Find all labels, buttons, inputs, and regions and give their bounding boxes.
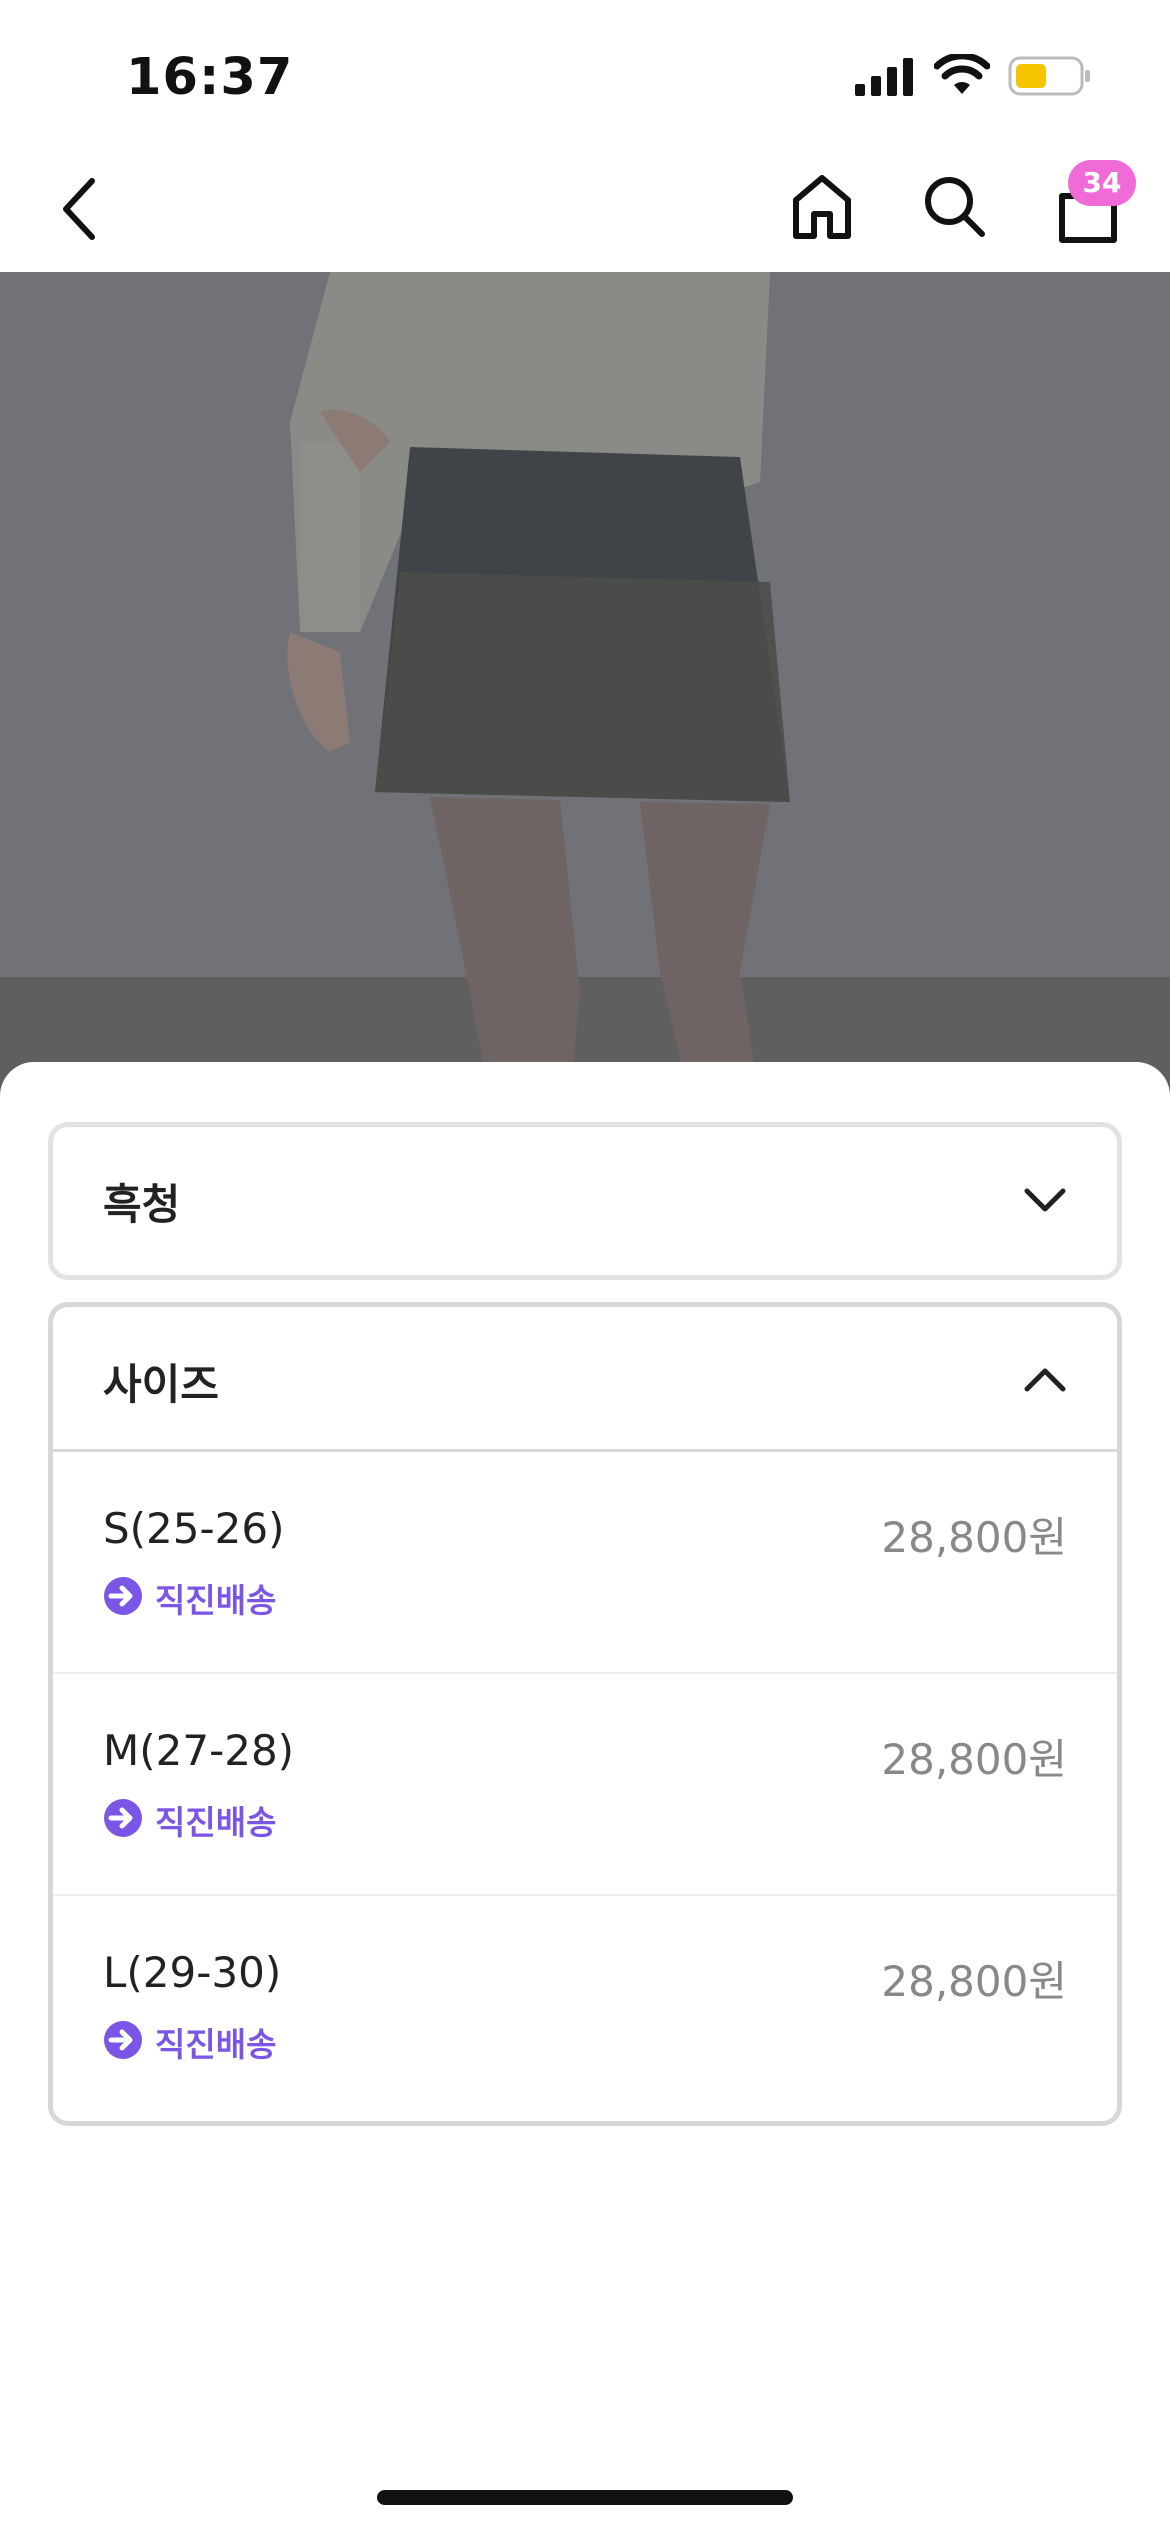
size-option-s[interactable]: S(25-26) 28,800원 직진배송 [53,1452,1117,1674]
home-icon[interactable] [786,170,858,242]
size-select-header[interactable]: 사이즈 [53,1307,1117,1452]
wifi-icon [934,54,990,94]
size-option-l[interactable]: L(29-30) 28,800원 직진배송 [53,1896,1117,2118]
color-select-label: 흑청 [103,1180,181,1229]
size-select-label: 사이즈 [103,1360,219,1409]
arrow-right-circle-icon [104,1799,142,1837]
battery-icon [1008,56,1090,96]
product-option-screen: 16:37 34 흑청 사이즈 S(25-26) 28,800원 직진배송 M(… [0,0,1170,2532]
delivery-label: 직진배송 [155,2025,277,2064]
product-photo-illustration [0,272,1170,1102]
arrow-right-circle-icon [104,1577,142,1615]
option-price: 28,800원 [881,1735,1067,1784]
option-price: 28,800원 [881,1957,1067,2006]
color-select[interactable]: 흑청 [48,1122,1122,1280]
delivery-label: 직진배송 [155,1803,277,1842]
chevron-up-icon [1024,1368,1066,1392]
search-icon[interactable] [918,170,990,242]
home-indicator[interactable] [377,2490,793,2505]
option-price: 28,800원 [881,1513,1067,1562]
status-time: 16:37 [126,48,294,107]
product-photo [0,272,1170,1102]
cart-count-badge: 34 [1068,160,1136,206]
option-bottom-sheet: 흑청 사이즈 S(25-26) 28,800원 직진배송 M(27-28) 28… [0,1062,1170,2532]
size-option-m[interactable]: M(27-28) 28,800원 직진배송 [53,1674,1117,1896]
color-select-header[interactable]: 흑청 [53,1127,1117,1275]
navigation-bar: 34 [0,140,1170,272]
option-name: S(25-26) [103,1504,285,1553]
chevron-down-icon [1024,1188,1066,1212]
status-bar: 16:37 [0,0,1170,140]
signal-icon [855,58,913,96]
option-name: L(29-30) [103,1948,282,1997]
option-name: M(27-28) [103,1726,295,1775]
delivery-label: 직진배송 [155,1581,277,1620]
arrow-right-circle-icon [104,2021,142,2059]
back-icon[interactable] [52,173,112,245]
size-select: 사이즈 S(25-26) 28,800원 직진배송 M(27-28) 28,80… [48,1302,1122,2126]
